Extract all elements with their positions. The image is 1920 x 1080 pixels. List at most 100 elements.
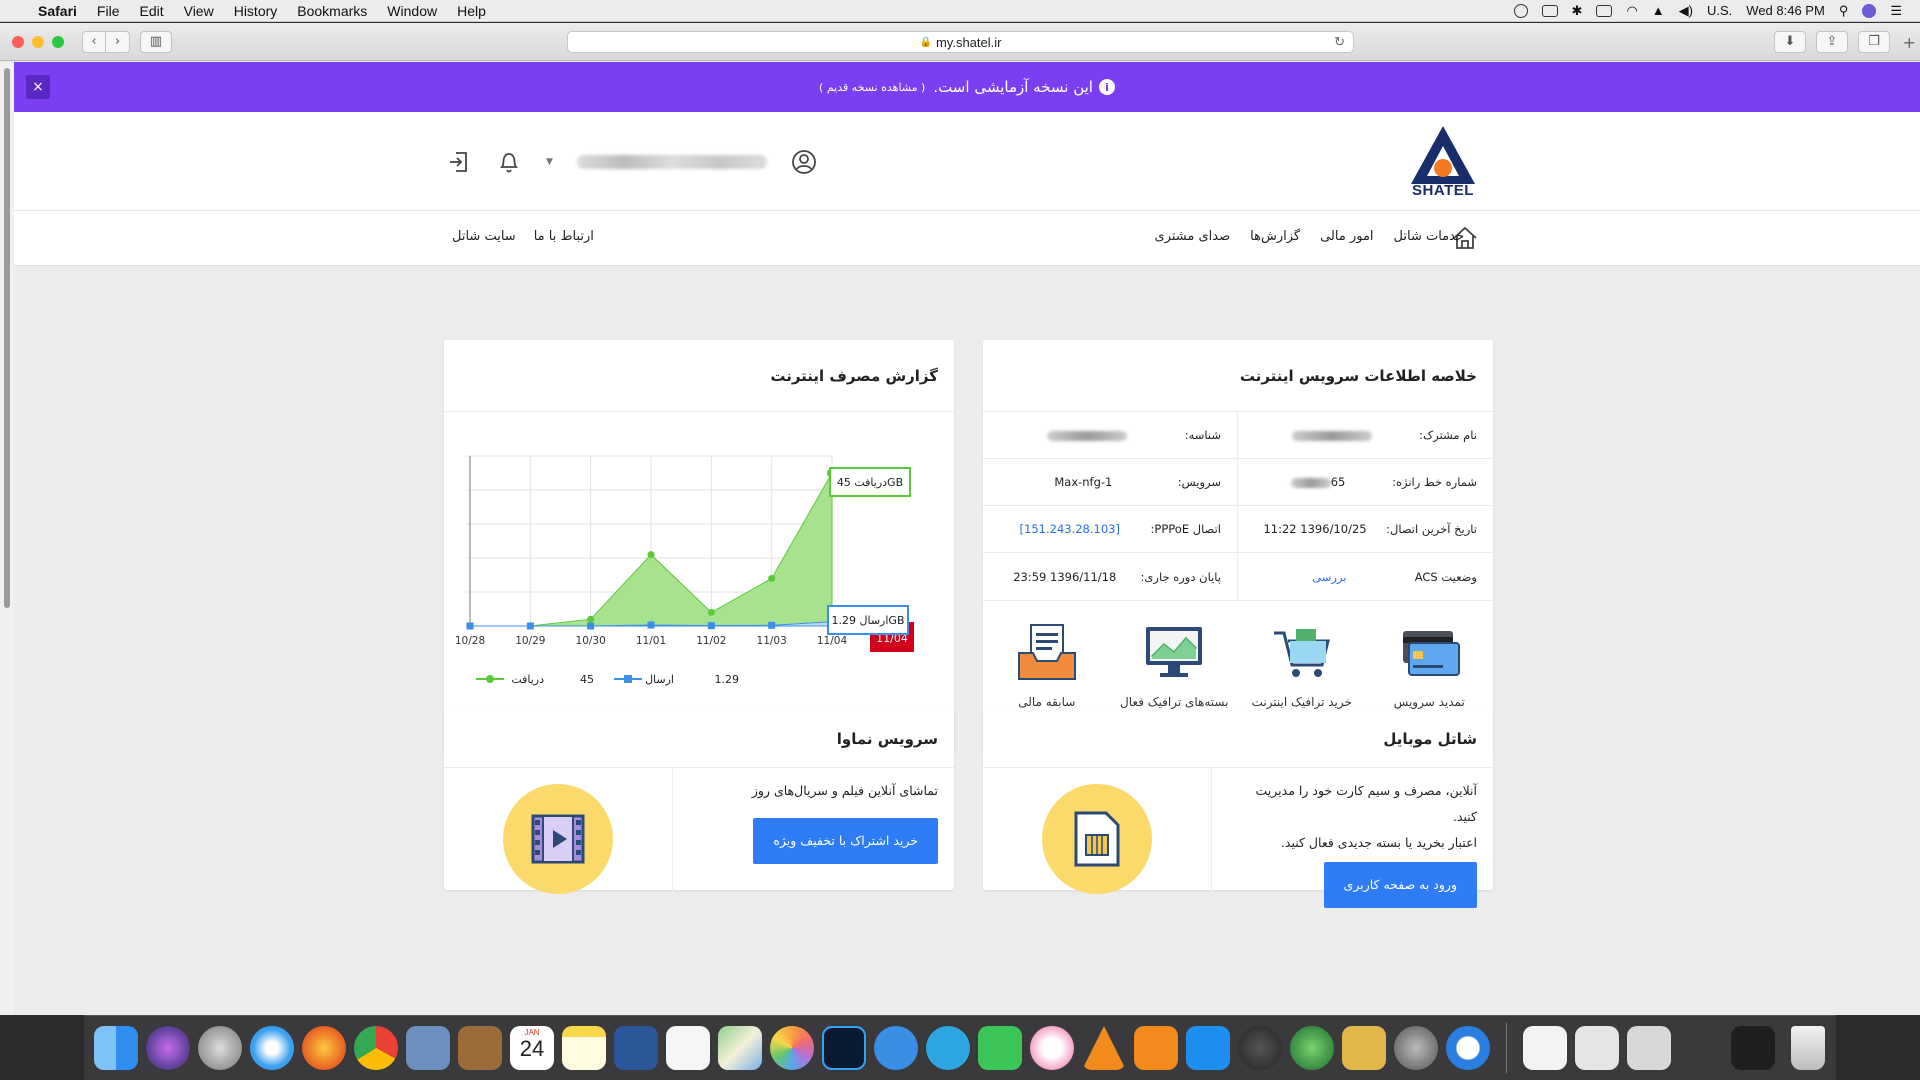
new-tab-button[interactable]: +: [1903, 33, 1916, 52]
menu-bookmarks[interactable]: Bookmarks: [297, 3, 367, 19]
tabs-overview-button[interactable]: ❐: [1858, 30, 1890, 53]
namava-text: تماشای آنلاین فیلم و سریال‌های روز خرید …: [672, 768, 954, 910]
user-menu-caret-icon[interactable]: ▼: [546, 157, 553, 167]
pppoe-ip-link[interactable]: [151.243.28.103]: [999, 522, 1141, 536]
usage-chart[interactable]: 10/28 10/29 10/30 11/01 11/02 11/03 11/04 11/0…: [444, 412, 954, 752]
upload-point: [707, 622, 715, 630]
logout-icon[interactable]: [446, 149, 472, 175]
wifi-icon[interactable]: ◠: [1626, 3, 1637, 19]
nav-contact-us[interactable]: ارتباط با ما: [534, 229, 594, 244]
safari-icon[interactable]: [250, 1026, 294, 1070]
user-id-cell: شناسه:: [983, 412, 1238, 458]
user-avatar-icon[interactable]: [791, 149, 817, 175]
airplay-icon[interactable]: ▲: [1652, 3, 1665, 18]
clock[interactable]: Wed 8:46 PM: [1746, 3, 1825, 18]
downloads-button[interactable]: ⬇: [1774, 30, 1806, 53]
banner-close-button[interactable]: ×: [26, 75, 50, 99]
siri-icon[interactable]: [146, 1026, 190, 1070]
menu-window[interactable]: Window: [387, 3, 437, 19]
buy-traffic-action[interactable]: خرید ترافیک اینترنت: [1242, 621, 1362, 709]
time-machine-icon[interactable]: [1238, 1026, 1282, 1070]
nav-customer-voice[interactable]: صدای مشتری: [1155, 229, 1231, 244]
siri-icon[interactable]: [1862, 3, 1877, 18]
acs-check-link[interactable]: بررسی: [1254, 570, 1405, 584]
notes-icon[interactable]: [562, 1026, 606, 1070]
image-thumbnail-icon[interactable]: [1679, 1026, 1723, 1070]
zoom-window-button[interactable]: [52, 35, 64, 48]
telegram-icon[interactable]: [926, 1026, 970, 1070]
sidebar-toggle-button[interactable]: ▥: [140, 30, 172, 53]
battery-icon[interactable]: [1596, 4, 1613, 17]
system-preferences-icon[interactable]: [1394, 1026, 1438, 1070]
menu-safari[interactable]: Safari: [38, 3, 77, 19]
user-panel-login-button[interactable]: ورود به صفحه کاربری: [1323, 862, 1477, 908]
active-packages-action[interactable]: بسته‌های ترافیک فعال: [1114, 621, 1234, 709]
x-tick-label: 11/04: [817, 635, 848, 647]
vlc-icon[interactable]: [1082, 1026, 1126, 1070]
menu-file[interactable]: File: [97, 3, 120, 19]
line-number-label: شماره خط رانژه:: [1392, 475, 1477, 489]
photos-icon[interactable]: [770, 1026, 814, 1070]
username-redacted[interactable]: [576, 155, 767, 169]
nav-reports[interactable]: گزارش‌ها: [1250, 229, 1300, 244]
itunes-icon[interactable]: [1030, 1026, 1074, 1070]
psd-thumbnail-icon[interactable]: [1731, 1026, 1775, 1070]
launchpad-icon[interactable]: [198, 1026, 242, 1070]
financial-history-label: سابقه مالی: [1018, 695, 1076, 709]
calendar-icon[interactable]: JAN 24: [510, 1026, 554, 1070]
firefox-icon[interactable]: [302, 1026, 346, 1070]
reload-icon[interactable]: ↻: [1334, 34, 1345, 50]
file-thumbnail-icon[interactable]: [1627, 1026, 1671, 1070]
buy-subscription-button[interactable]: خرید اشتراک با تخفیف ویژه: [753, 818, 938, 864]
word-icon[interactable]: [614, 1026, 658, 1070]
share-button[interactable]: ⇪: [1816, 30, 1848, 53]
close-window-button[interactable]: [12, 35, 24, 48]
dropbox-icon[interactable]: [1541, 4, 1558, 17]
menu-help[interactable]: Help: [457, 3, 486, 19]
facetime-icon[interactable]: [978, 1026, 1022, 1070]
nav-shatel-site[interactable]: سایت شاتل: [452, 229, 516, 244]
subscriber-name-cell: نام مشترک:: [1238, 412, 1493, 458]
line-number-value: 65: [1254, 475, 1382, 489]
quicktime-icon[interactable]: [1446, 1026, 1490, 1070]
app-store-icon[interactable]: [1186, 1026, 1230, 1070]
renew-service-action[interactable]: تمدید سرویس: [1369, 621, 1489, 709]
notification-center-icon[interactable]: ☰: [1890, 3, 1902, 19]
finder-icon[interactable]: [94, 1026, 138, 1070]
archive-utility-icon[interactable]: [1342, 1026, 1386, 1070]
forward-button[interactable]: ›: [106, 30, 130, 53]
address-bar[interactable]: 🔒 my.shatel.ir ↻: [567, 31, 1354, 53]
volume-icon[interactable]: ◀): [1679, 3, 1693, 19]
nav-shatel-services[interactable]: خدمات شاتل: [1394, 229, 1464, 244]
old-version-link[interactable]: ( مشاهده نسخه قدیم ): [819, 81, 925, 94]
screenshot-thumbnail-icon[interactable]: [1575, 1026, 1619, 1070]
messages-bubble-icon[interactable]: [874, 1026, 918, 1070]
menu-edit[interactable]: Edit: [139, 3, 163, 19]
document-thumbnail-icon[interactable]: [1523, 1026, 1567, 1070]
legend-download-value: 45: [580, 673, 594, 686]
chrome-icon[interactable]: [354, 1026, 398, 1070]
menu-history[interactable]: History: [234, 3, 278, 19]
maps-icon[interactable]: [718, 1026, 762, 1070]
preview-icon[interactable]: [406, 1026, 450, 1070]
menu-view[interactable]: View: [184, 3, 214, 19]
page-scrollbar[interactable]: [0, 62, 14, 1015]
back-button[interactable]: ‹: [82, 30, 106, 53]
nav-financial[interactable]: امور مالی: [1320, 229, 1373, 244]
spotlight-icon[interactable]: ⚲: [1839, 3, 1849, 19]
trash-icon[interactable]: [1791, 1026, 1825, 1070]
scrollbar-thumb[interactable]: [4, 68, 10, 608]
notebook-icon[interactable]: [458, 1026, 502, 1070]
ibooks-icon[interactable]: [1134, 1026, 1178, 1070]
notification-bell-icon[interactable]: [496, 149, 522, 175]
reminders-icon[interactable]: [666, 1026, 710, 1070]
vpn-icon[interactable]: [1513, 3, 1528, 18]
network-globe-icon[interactable]: [1290, 1026, 1334, 1070]
input-source[interactable]: U.S.: [1707, 3, 1732, 18]
photoshop-icon[interactable]: [822, 1026, 866, 1070]
financial-history-action[interactable]: سابقه مالی: [987, 621, 1107, 709]
minimize-window-button[interactable]: [32, 35, 44, 48]
dock: JAN 24: [84, 1015, 1836, 1080]
renew-service-label: تمدید سرویس: [1393, 695, 1465, 709]
bluetooth-icon[interactable]: ✱: [1572, 3, 1583, 19]
